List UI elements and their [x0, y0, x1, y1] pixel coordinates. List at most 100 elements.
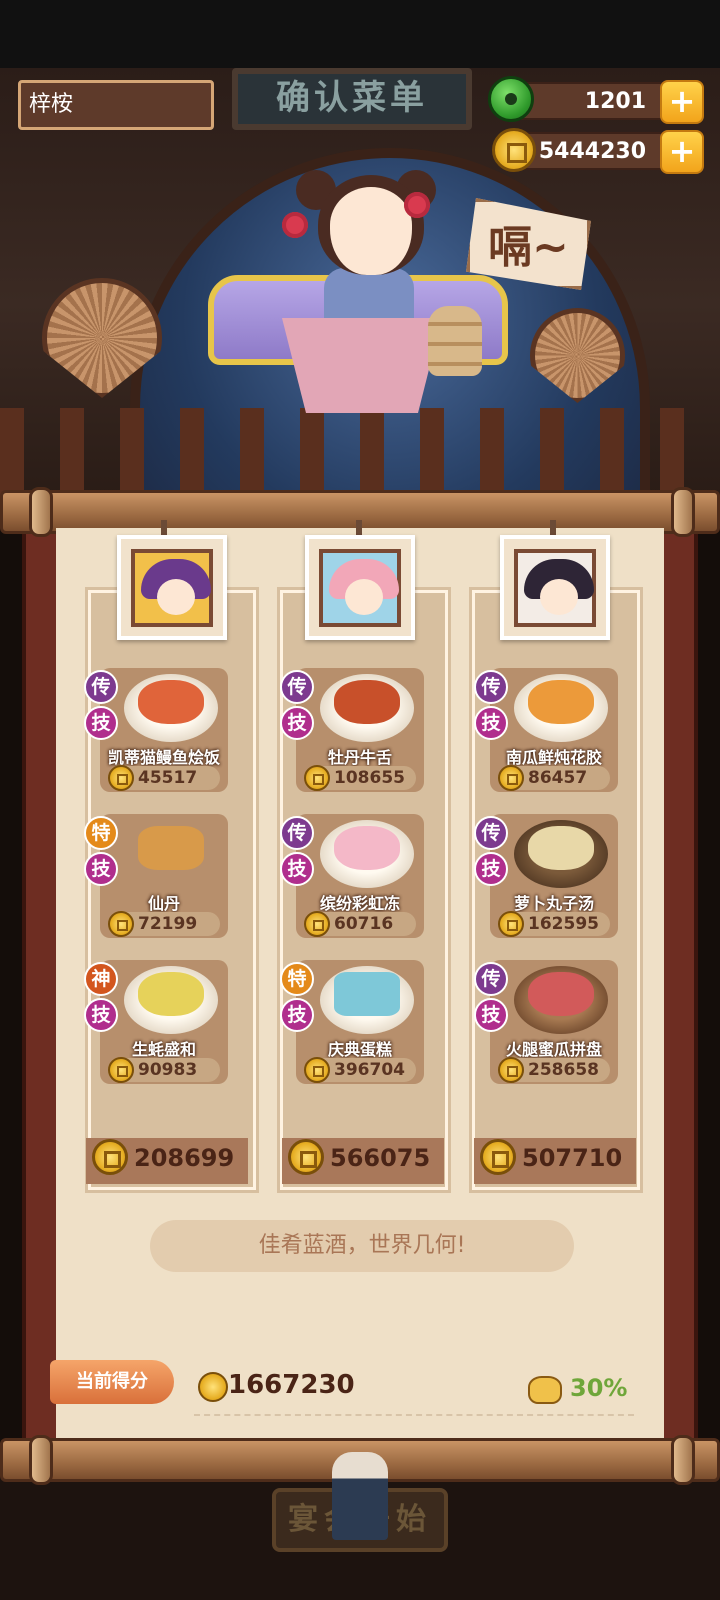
- column-total: 208699: [86, 1138, 248, 1184]
- chef-character[interactable]: [318, 175, 424, 275]
- tassel-ornament: [332, 1452, 388, 1540]
- coin-icon: [304, 1057, 330, 1083]
- jade-value: 1201: [584, 89, 646, 114]
- rank-badge: 传: [84, 670, 118, 704]
- current-score-label: 当前得分: [50, 1360, 174, 1404]
- current-score-value: 1667230: [228, 1370, 355, 1400]
- coin-counter: 5444230 +: [492, 128, 704, 174]
- motto-banner: 佳肴蓝酒，世界几何!: [150, 1220, 574, 1272]
- dish-price: 86457: [528, 768, 588, 788]
- dish-image: [138, 972, 204, 1016]
- column-total-value: 566075: [330, 1144, 431, 1172]
- portrait-frame: [131, 549, 213, 627]
- dish-image: [138, 826, 204, 870]
- skill-badge: 技: [280, 998, 314, 1032]
- dish-card[interactable]: 凯蒂猫鳗鱼烩饭 45517: [100, 668, 228, 792]
- coin-value: 5444230: [538, 139, 646, 164]
- menu-confirm-sign: 确认菜单: [232, 68, 472, 130]
- column-total: 507710: [474, 1138, 636, 1184]
- rank-badge: 特: [84, 816, 118, 850]
- fence-decoration: [0, 408, 720, 498]
- coin-icon: [92, 1139, 128, 1175]
- guest-portrait-3[interactable]: [500, 535, 610, 640]
- coin-icon: [480, 1139, 516, 1175]
- jade-icon: [488, 76, 534, 122]
- dish-image: [138, 680, 204, 724]
- divider: [194, 1414, 634, 1416]
- skill-badge: 技: [474, 998, 508, 1032]
- coin-icon: [498, 911, 524, 937]
- rank-badge: 神: [84, 962, 118, 996]
- status-bar: [0, 0, 720, 68]
- dish-card[interactable]: 缤纷彩虹冻 60716: [296, 814, 424, 938]
- skill-badge: 技: [84, 706, 118, 740]
- coin-icon: [498, 1057, 524, 1083]
- dish-price: 396704: [334, 1060, 405, 1080]
- dish-card[interactable]: 火腿蜜瓜拼盘 258658: [490, 960, 618, 1084]
- guest-face: [540, 579, 578, 615]
- coin-icon: [108, 1057, 134, 1083]
- add-coin-button[interactable]: +: [660, 130, 704, 174]
- dish-price: 72199: [138, 914, 198, 934]
- rank-badge: 传: [280, 670, 314, 704]
- skill-badge: 技: [280, 706, 314, 740]
- coin-icon: [498, 765, 524, 791]
- dish-card[interactable]: 生蚝盛和 90983: [100, 960, 228, 1084]
- dish-price: 108655: [334, 768, 405, 788]
- portrait-frame: [319, 549, 401, 627]
- dish-image: [528, 826, 594, 870]
- dining-table: [282, 318, 442, 413]
- dish-price: 60716: [334, 914, 394, 934]
- coin-icon: [198, 1372, 228, 1402]
- guest-face: [157, 579, 195, 615]
- column-total-value: 208699: [134, 1144, 235, 1172]
- rod-knob: [671, 1435, 695, 1485]
- coin-icon: [108, 765, 134, 791]
- coin-icon: [492, 128, 536, 172]
- flower-icon: [404, 192, 430, 218]
- coin-icon: [304, 765, 330, 791]
- coin-icon: [288, 1139, 324, 1175]
- coin-icon: [108, 911, 134, 937]
- dish-image: [334, 680, 400, 724]
- rank-badge: 传: [474, 670, 508, 704]
- guest-portrait-1[interactable]: [117, 535, 227, 640]
- column-total: 566075: [282, 1138, 444, 1184]
- dish-card[interactable]: 南瓜鲜炖花胶 86457: [490, 668, 618, 792]
- lucky-bag-icon: [528, 1376, 562, 1404]
- dish-image: [528, 972, 594, 1016]
- dish-card[interactable]: 庆典蛋糕 396704: [296, 960, 424, 1084]
- coin-icon: [304, 911, 330, 937]
- flower-icon: [282, 212, 308, 238]
- rod-knob: [671, 487, 695, 537]
- portrait-frame: [514, 549, 596, 627]
- column-total-value: 507710: [522, 1144, 623, 1172]
- jade-counter: 1201 +: [488, 76, 704, 124]
- rank-badge: 特: [280, 962, 314, 996]
- player-name[interactable]: 梓桉: [18, 80, 214, 130]
- dish-card[interactable]: 仙丹 72199: [100, 814, 228, 938]
- guest-face: [345, 579, 383, 615]
- dish-card[interactable]: 萝卜丸子汤 162595: [490, 814, 618, 938]
- dish-price: 258658: [528, 1060, 599, 1080]
- skill-badge: 技: [280, 852, 314, 886]
- skill-badge: 技: [84, 852, 118, 886]
- add-jade-button[interactable]: +: [660, 80, 704, 124]
- dish-price: 45517: [138, 768, 198, 788]
- dish-price: 90983: [138, 1060, 198, 1080]
- skill-badge: 技: [474, 706, 508, 740]
- rank-badge: 传: [280, 816, 314, 850]
- steamer-stack: [428, 306, 482, 376]
- rank-badge: 传: [474, 816, 508, 850]
- rank-badge: 传: [474, 962, 508, 996]
- dish-image: [528, 680, 594, 724]
- bonus-percent: 30%: [570, 1374, 628, 1402]
- guest-portrait-2[interactable]: [305, 535, 415, 640]
- dish-card[interactable]: 牡丹牛舌 108655: [296, 668, 424, 792]
- rod-knob: [29, 1435, 53, 1485]
- rod-knob: [29, 487, 53, 537]
- skill-badge: 技: [84, 998, 118, 1032]
- dish-image: [334, 826, 400, 870]
- dish-price: 162595: [528, 914, 599, 934]
- skill-badge: 技: [474, 852, 508, 886]
